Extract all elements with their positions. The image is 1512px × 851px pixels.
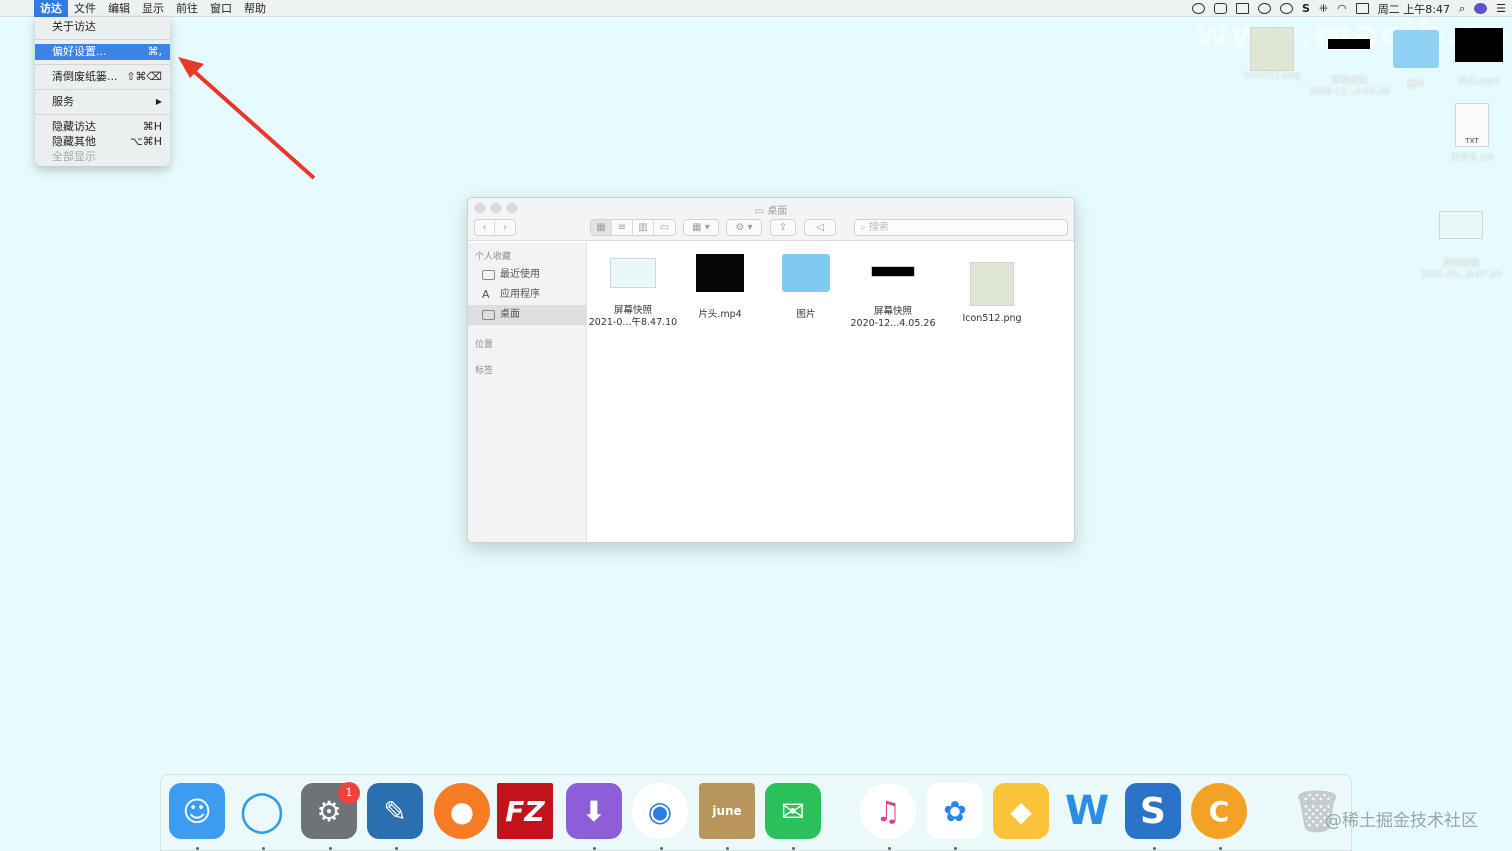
sidebar-item-recents[interactable]: 最近使用 bbox=[468, 265, 586, 285]
running-indicator bbox=[196, 847, 199, 850]
cloud-icon[interactable] bbox=[1191, 3, 1205, 14]
apps-icon: A bbox=[482, 288, 490, 301]
desktop-icon-pictures-folder[interactable]: 图片 bbox=[1390, 30, 1442, 91]
dock-sketch[interactable]: ◆ bbox=[993, 783, 1049, 839]
dock-wechat[interactable]: ✉ bbox=[765, 783, 821, 839]
running-indicator bbox=[395, 847, 398, 850]
menu-separator bbox=[35, 64, 170, 65]
menu-item-hide-others[interactable]: 隐藏其他 ⌥⌘H bbox=[35, 134, 170, 149]
list-view-button[interactable]: ≡ bbox=[612, 220, 633, 235]
menu-item-hide[interactable]: 隐藏访达 ⌘H bbox=[35, 119, 170, 134]
dock: ☺ ◯ ⚙ 1 ✎ ● FZ ⬇ ◉ june ✉ ♫ ✿ ◆ W S C 🗑 bbox=[160, 774, 1352, 851]
menu-finder[interactable]: 访达 bbox=[34, 0, 68, 17]
sidebar-favorites-header: 个人收藏 bbox=[475, 252, 512, 262]
red-arrow-annotation bbox=[178, 57, 316, 180]
running-indicator bbox=[262, 847, 265, 850]
dock-filezilla[interactable]: FZ bbox=[497, 783, 553, 839]
menu-item-preferences[interactable]: 偏好设置... ⌘, bbox=[35, 44, 170, 60]
gallery-view-button[interactable]: ▭ bbox=[654, 220, 675, 235]
file-screenshot-2021[interactable]: 屏幕快照 2021-0...午8.47.10 bbox=[588, 258, 678, 329]
action-button[interactable]: ⚙ ▾ bbox=[726, 219, 762, 236]
sidebar-locations-header: 位置 bbox=[475, 340, 494, 350]
notification-badge: 1 bbox=[338, 782, 360, 804]
dock-firefox[interactable]: ● bbox=[434, 783, 490, 839]
running-indicator bbox=[660, 847, 663, 850]
menu-item-empty-trash[interactable]: 清倒废纸篓... ⇧⌘⌫ bbox=[35, 69, 170, 85]
sidebar-item-applications[interactable]: A 应用程序 bbox=[468, 285, 586, 305]
file-screenshot-2020[interactable]: 屏幕快照 2020-12...4.05.26 bbox=[848, 266, 938, 330]
icon-view-button[interactable]: ▦ bbox=[591, 220, 612, 235]
file-intro-mp4[interactable]: 片头.mp4 bbox=[675, 254, 765, 321]
dock-downie[interactable]: ⬇ bbox=[566, 783, 622, 839]
dock-app-tool[interactable]: ✎ bbox=[367, 783, 423, 839]
desktop-icon-intro-mp4[interactable]: 片头.mp4 bbox=[1451, 28, 1507, 88]
back-button[interactable]: ‹ bbox=[475, 220, 496, 235]
menu-window[interactable]: 窗口 bbox=[204, 0, 238, 17]
share-button[interactable]: ⇪ bbox=[770, 219, 796, 236]
column-view-button[interactable]: ▥ bbox=[633, 220, 654, 235]
menu-edit[interactable]: 编辑 bbox=[102, 0, 136, 17]
chat-icon[interactable] bbox=[1257, 3, 1271, 14]
menu-separator bbox=[35, 89, 170, 90]
sidebar-tags-header: 标签 bbox=[475, 366, 494, 376]
credit-watermark: @稀土掘金技术社区 bbox=[1325, 811, 1478, 831]
desktop-icon-screenshot-2021[interactable]: 屏幕快照 2021-09...8.47.10 bbox=[1413, 211, 1509, 281]
menu-item-show-all: 全部显示 bbox=[52, 150, 96, 163]
finder-menu-dropdown: 关于访达 偏好设置... ⌘, 清倒废纸篓... ⇧⌘⌫ 服务 ▶ 隐藏访达 ⌘H 隐藏… bbox=[35, 17, 170, 166]
dock-notebook[interactable]: june bbox=[699, 783, 755, 839]
dock-chrome[interactable]: ◉ bbox=[632, 783, 688, 839]
finder-sidebar: 个人收藏 最近使用 A 应用程序 桌面 位置 标签 bbox=[468, 242, 587, 542]
running-indicator bbox=[726, 847, 729, 850]
menu-item-services[interactable]: 服务 ▶ bbox=[35, 94, 170, 110]
running-indicator bbox=[954, 847, 957, 850]
menu-go[interactable]: 前往 bbox=[170, 0, 204, 17]
finder-window: ▭ 桌面 ‹ › ▦ ≡ ▥ ▭ ▦ ▾ ⚙ ▾ ⇪ ◁ ⌕ 搜索 个人收藏 最近使用 … bbox=[467, 197, 1075, 543]
forward-button[interactable]: › bbox=[495, 220, 515, 235]
running-indicator bbox=[792, 847, 795, 850]
running-indicator bbox=[593, 847, 596, 850]
group-button[interactable]: ▦ ▾ bbox=[683, 219, 719, 236]
bear-icon[interactable] bbox=[1235, 3, 1249, 14]
running-indicator bbox=[1153, 847, 1156, 850]
menu-view[interactable]: 显示 bbox=[136, 0, 170, 17]
view-mode-group: ▦ ≡ ▥ ▭ bbox=[590, 219, 676, 236]
dock-wps[interactable]: W bbox=[1059, 783, 1115, 839]
wechat-icon[interactable] bbox=[1279, 3, 1293, 14]
folder-pictures[interactable]: 图片 bbox=[761, 254, 851, 321]
desktop-icon bbox=[482, 310, 495, 320]
nav-buttons: ‹ › bbox=[474, 219, 516, 236]
sidebar-item-desktop[interactable]: 桌面 bbox=[468, 305, 586, 325]
dock-qq[interactable]: ◯ bbox=[234, 783, 290, 839]
menu-separator bbox=[35, 114, 170, 115]
running-indicator bbox=[1219, 847, 1222, 850]
window-icon[interactable] bbox=[1213, 3, 1227, 14]
window-title: ▭ 桌面 bbox=[754, 206, 788, 217]
dock-itunes[interactable]: ♫ bbox=[860, 783, 916, 839]
search-field[interactable]: ⌕ 搜索 bbox=[854, 219, 1068, 236]
clock-icon bbox=[482, 270, 495, 280]
tag-button[interactable]: ◁ bbox=[804, 219, 836, 236]
menu-help[interactable]: 帮助 bbox=[238, 0, 272, 17]
dock-finder[interactable]: ☺ bbox=[169, 783, 225, 839]
dock-sublime[interactable]: S bbox=[1125, 783, 1181, 839]
desktop-icon-txt[interactable]: TXT 未命名.txt bbox=[1449, 103, 1495, 164]
running-indicator bbox=[888, 847, 891, 850]
chevron-right-icon: ▶ bbox=[155, 97, 162, 106]
menu-file[interactable]: 文件 bbox=[68, 0, 102, 17]
siri-icon[interactable] bbox=[1474, 3, 1488, 14]
menu-separator bbox=[35, 39, 170, 40]
menu-item-about[interactable]: 关于访达 bbox=[35, 19, 170, 35]
file-icon512[interactable]: Icon512.png bbox=[947, 262, 1037, 325]
folder-icon: ▭ bbox=[754, 206, 765, 217]
desktop-icon-icon512[interactable]: Icon512.png bbox=[1240, 27, 1304, 82]
running-indicator bbox=[329, 847, 332, 850]
dock-app-c[interactable]: C bbox=[1191, 783, 1247, 839]
input-method-icon[interactable] bbox=[1355, 3, 1369, 14]
finder-titlebar: ▭ 桌面 ‹ › ▦ ≡ ▥ ▭ ▦ ▾ ⚙ ▾ ⇪ ◁ ⌕ 搜索 bbox=[468, 198, 1074, 241]
search-icon: ⌕ bbox=[860, 222, 866, 233]
dock-baidu-netdisk[interactable]: ✿ bbox=[927, 783, 983, 839]
desktop-icon-screenshot-2020[interactable]: 屏幕快照 2020-12...4.05.26 bbox=[1305, 38, 1393, 98]
